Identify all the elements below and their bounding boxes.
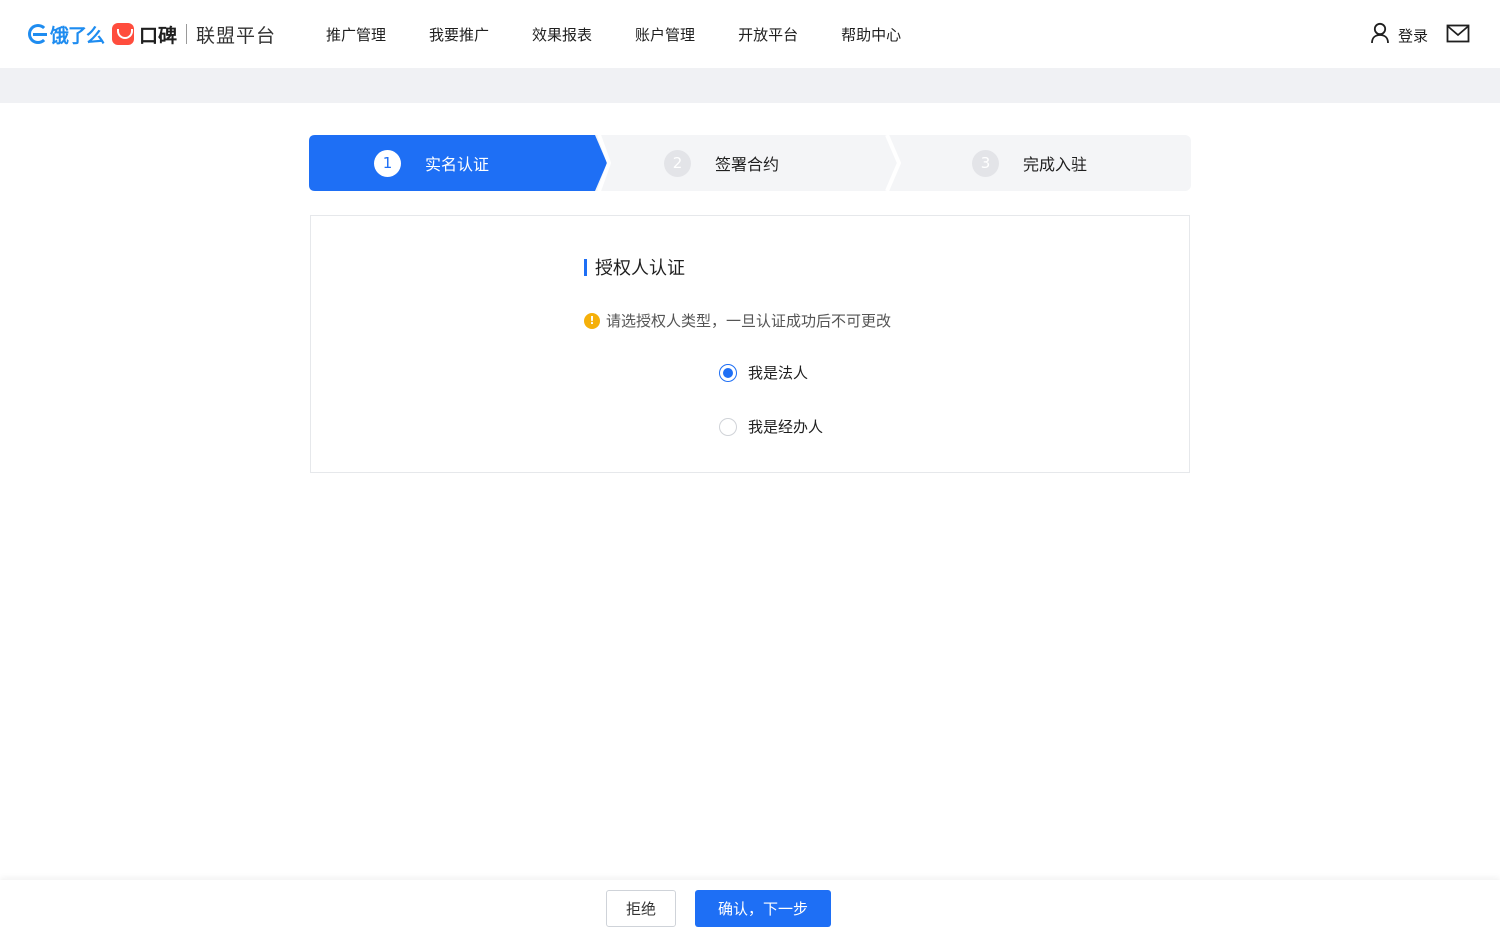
step-number: 1 — [374, 149, 401, 177]
koubei-mark-icon — [112, 23, 135, 45]
nav-item-promotion-management[interactable]: 推广管理 — [326, 24, 386, 45]
nav-item-start-promotion[interactable]: 我要推广 — [429, 24, 489, 45]
eleme-logo: 饿了么 — [28, 21, 105, 48]
top-navigation-bar: 饿了么 口碑 联盟平台 推广管理 我要推广 效果报表 账户管理 开放平台 帮助中… — [0, 0, 1500, 68]
warning-icon: ! — [584, 312, 600, 329]
step-number: 3 — [972, 149, 999, 177]
action-footer: 拒绝 确认，下一步 — [0, 880, 1500, 937]
nav-item-account[interactable]: 账户管理 — [635, 24, 695, 45]
platform-name: 联盟平台 — [196, 24, 277, 47]
logo-divider — [186, 24, 188, 44]
radio-checked-dot — [723, 367, 733, 378]
section-title: 授权人认证 — [584, 254, 685, 280]
radio-button[interactable] — [719, 417, 737, 436]
step-label: 完成入驻 — [1023, 155, 1088, 174]
eleme-mark-icon — [28, 24, 48, 44]
authorizer-card: 授权人认证 ! 请选授权人类型，一旦认证成功后不可更改 我是法人 我是经办人 — [310, 215, 1190, 473]
step-complete-onboarding: 3 完成入驻 — [972, 135, 1087, 191]
title-accent-bar — [584, 258, 587, 276]
nav-item-help-center[interactable]: 帮助中心 — [841, 24, 901, 45]
radio-label: 我是法人 — [748, 364, 809, 382]
user-area: 登录 — [1370, 22, 1470, 48]
step-real-name-verification: 1 实名认证 — [374, 135, 489, 191]
radio-button[interactable] — [719, 363, 737, 382]
koubei-logo: 口碑 — [112, 21, 177, 48]
progress-steps: 1 实名认证 2 签署合约 3 完成入驻 — [309, 135, 1191, 191]
logo[interactable]: 饿了么 口碑 联盟平台 — [28, 20, 276, 48]
login-link[interactable]: 登录 — [1398, 25, 1428, 46]
user-icon[interactable] — [1370, 22, 1390, 48]
header-band — [0, 68, 1500, 103]
eleme-brand-text: 饿了么 — [50, 24, 105, 47]
koubei-brand-text: 口碑 — [139, 24, 178, 47]
nav-item-reports[interactable]: 效果报表 — [532, 24, 592, 45]
step-number: 2 — [664, 149, 691, 177]
confirm-next-button[interactable]: 确认，下一步 — [695, 890, 831, 927]
nav-item-open-platform[interactable]: 开放平台 — [738, 24, 798, 45]
radio-agent[interactable]: 我是经办人 — [719, 416, 823, 437]
main-nav: 推广管理 我要推广 效果报表 账户管理 开放平台 帮助中心 — [326, 0, 944, 68]
step-sign-contract: 2 签署合约 — [664, 135, 779, 191]
radio-legal-person[interactable]: 我是法人 — [719, 362, 808, 383]
mail-icon[interactable] — [1446, 24, 1470, 47]
reject-button[interactable]: 拒绝 — [606, 890, 676, 927]
notice-message: ! 请选授权人类型，一旦认证成功后不可更改 — [584, 310, 891, 331]
step-label: 实名认证 — [425, 155, 490, 174]
step-label: 签署合约 — [715, 155, 780, 174]
radio-label: 我是经办人 — [748, 418, 824, 436]
notice-text: 请选授权人类型，一旦认证成功后不可更改 — [606, 312, 892, 330]
section-title-text: 授权人认证 — [595, 258, 685, 279]
